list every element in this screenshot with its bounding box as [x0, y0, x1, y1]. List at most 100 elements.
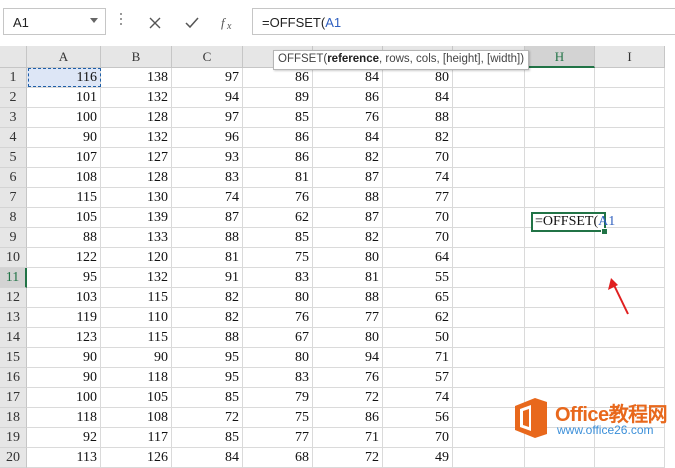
cell-a6[interactable]: 108 [27, 168, 101, 188]
cell-h16[interactable] [525, 368, 595, 388]
row-header-11[interactable]: 11 [0, 268, 27, 288]
cell-e18[interactable]: 86 [313, 408, 383, 428]
cell-e12[interactable]: 88 [313, 288, 383, 308]
cell-h20[interactable] [525, 448, 595, 468]
cell-e17[interactable]: 72 [313, 388, 383, 408]
row-header-14[interactable]: 14 [0, 328, 27, 348]
cell-a1[interactable]: 116 [27, 68, 101, 88]
cell-f20[interactable]: 49 [383, 448, 453, 468]
cell-d13[interactable]: 76 [243, 308, 313, 328]
cell-g20[interactable] [453, 448, 525, 468]
row-header-5[interactable]: 5 [0, 148, 27, 168]
cell-c20[interactable]: 84 [172, 448, 243, 468]
cell-f15[interactable]: 71 [383, 348, 453, 368]
cell-g10[interactable] [453, 248, 525, 268]
drag-handle-icon[interactable] [120, 13, 123, 31]
cell-b10[interactable]: 120 [101, 248, 172, 268]
cell-c2[interactable]: 94 [172, 88, 243, 108]
enter-check-icon[interactable] [179, 10, 205, 36]
cell-f12[interactable]: 65 [383, 288, 453, 308]
cell-f2[interactable]: 84 [383, 88, 453, 108]
row-header-16[interactable]: 16 [0, 368, 27, 388]
cell-d8[interactable]: 62 [243, 208, 313, 228]
row-header-2[interactable]: 2 [0, 88, 27, 108]
cell-d14[interactable]: 67 [243, 328, 313, 348]
cell-d12[interactable]: 80 [243, 288, 313, 308]
cell-d15[interactable]: 80 [243, 348, 313, 368]
cell-e5[interactable]: 82 [313, 148, 383, 168]
cell-d17[interactable]: 79 [243, 388, 313, 408]
cell-f16[interactable]: 57 [383, 368, 453, 388]
cell-i3[interactable] [595, 108, 665, 128]
cell-c5[interactable]: 93 [172, 148, 243, 168]
cell-h4[interactable] [525, 128, 595, 148]
cell-d9[interactable]: 85 [243, 228, 313, 248]
cell-e9[interactable]: 82 [313, 228, 383, 248]
cell-e4[interactable]: 84 [313, 128, 383, 148]
insert-function-icon[interactable]: fx [215, 10, 241, 36]
cell-c13[interactable]: 82 [172, 308, 243, 328]
row-header-15[interactable]: 15 [0, 348, 27, 368]
cell-f13[interactable]: 62 [383, 308, 453, 328]
cell-g7[interactable] [453, 188, 525, 208]
cell-f17[interactable]: 74 [383, 388, 453, 408]
cell-g9[interactable] [453, 228, 525, 248]
cell-f7[interactable]: 77 [383, 188, 453, 208]
cell-c4[interactable]: 96 [172, 128, 243, 148]
cell-b17[interactable]: 105 [101, 388, 172, 408]
cell-g4[interactable] [453, 128, 525, 148]
cell-b5[interactable]: 127 [101, 148, 172, 168]
cell-h1[interactable] [525, 68, 595, 88]
column-header-i[interactable]: I [595, 46, 665, 68]
cell-h11[interactable] [525, 268, 595, 288]
cell-i2[interactable] [595, 88, 665, 108]
cell-g12[interactable] [453, 288, 525, 308]
cell-a4[interactable]: 90 [27, 128, 101, 148]
cell-g1[interactable] [453, 68, 525, 88]
cell-d3[interactable]: 85 [243, 108, 313, 128]
cell-i10[interactable] [595, 248, 665, 268]
cell-a12[interactable]: 103 [27, 288, 101, 308]
cell-d5[interactable]: 86 [243, 148, 313, 168]
cell-i5[interactable] [595, 148, 665, 168]
tooltip-bold-arg[interactable]: reference [327, 53, 379, 65]
row-header-8[interactable]: 8 [0, 208, 27, 228]
cell-h7[interactable] [525, 188, 595, 208]
cell-b12[interactable]: 115 [101, 288, 172, 308]
cell-a5[interactable]: 107 [27, 148, 101, 168]
cell-b1[interactable]: 138 [101, 68, 172, 88]
cell-d10[interactable]: 75 [243, 248, 313, 268]
cell-g5[interactable] [453, 148, 525, 168]
cell-f5[interactable]: 70 [383, 148, 453, 168]
cell-c14[interactable]: 88 [172, 328, 243, 348]
row-header-9[interactable]: 9 [0, 228, 27, 248]
cell-b3[interactable]: 128 [101, 108, 172, 128]
cell-i7[interactable] [595, 188, 665, 208]
cell-d16[interactable]: 83 [243, 368, 313, 388]
cell-f1[interactable]: 80 [383, 68, 453, 88]
cell-h2[interactable] [525, 88, 595, 108]
cell-i1[interactable] [595, 68, 665, 88]
cell-f11[interactable]: 55 [383, 268, 453, 288]
cell-g16[interactable] [453, 368, 525, 388]
cell-g3[interactable] [453, 108, 525, 128]
cell-d4[interactable]: 86 [243, 128, 313, 148]
cell-i6[interactable] [595, 168, 665, 188]
column-header-h[interactable]: H [525, 46, 595, 68]
row-header-4[interactable]: 4 [0, 128, 27, 148]
cell-f19[interactable]: 70 [383, 428, 453, 448]
cell-e10[interactable]: 80 [313, 248, 383, 268]
cell-h5[interactable] [525, 148, 595, 168]
cell-g15[interactable] [453, 348, 525, 368]
cell-c1[interactable]: 97 [172, 68, 243, 88]
cell-c12[interactable]: 82 [172, 288, 243, 308]
cell-h10[interactable] [525, 248, 595, 268]
cell-b9[interactable]: 133 [101, 228, 172, 248]
cell-d19[interactable]: 77 [243, 428, 313, 448]
row-header-17[interactable]: 17 [0, 388, 27, 408]
cell-c10[interactable]: 81 [172, 248, 243, 268]
cell-d20[interactable]: 68 [243, 448, 313, 468]
cell-b11[interactable]: 132 [101, 268, 172, 288]
cell-g8[interactable] [453, 208, 525, 228]
cell-e16[interactable]: 76 [313, 368, 383, 388]
